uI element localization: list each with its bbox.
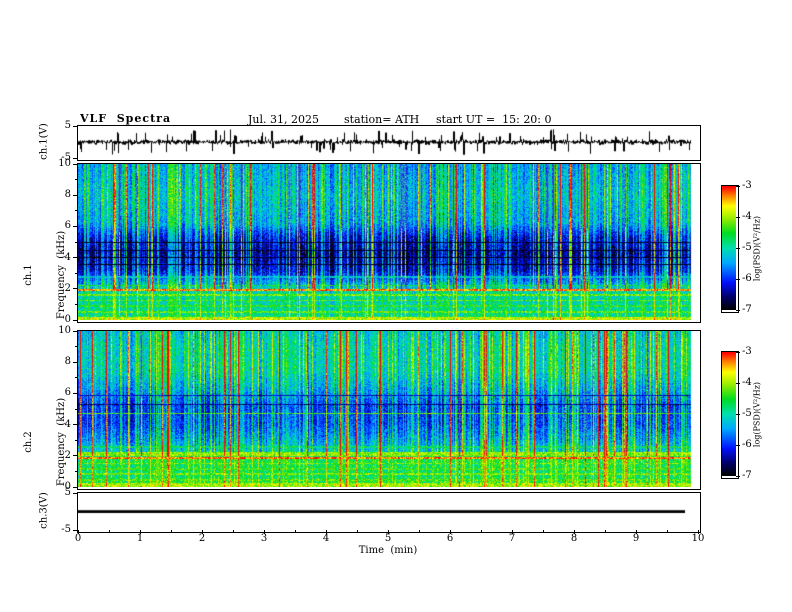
date-label: Jul. 31, 2025 xyxy=(248,113,319,126)
spec1-y-minor-tick xyxy=(75,241,78,243)
x-tick-label: 2 xyxy=(198,533,206,544)
x-minor-tick xyxy=(108,530,110,532)
spec2-y-minor-tick xyxy=(75,346,78,348)
x-tick-label: 9 xyxy=(632,533,640,544)
spec2-y-tick xyxy=(73,486,78,488)
x-tick-label: 6 xyxy=(446,533,454,544)
spec1-y-tick-label: 10 xyxy=(58,158,71,169)
spec2-y-tick-label: 2 xyxy=(64,449,71,461)
colorbar-1-tick xyxy=(736,185,740,187)
x-minor-tick xyxy=(480,530,482,532)
ch3-voltage-axis-label: ch.3(V) xyxy=(38,492,50,529)
colorbar-1-tick-label: -7 xyxy=(742,304,752,315)
x-tick-label: 3 xyxy=(260,533,268,544)
wave1-y-tick xyxy=(73,157,78,159)
spec1-y-minor-tick xyxy=(75,179,78,181)
wave1-y-tick-label: 5 xyxy=(64,120,71,131)
colorbar-1-tick xyxy=(736,309,740,311)
ch2-colorbar-canvas xyxy=(722,352,736,476)
spec1-y-tick xyxy=(73,194,78,196)
ch2-frequency-axis-label-line1: ch.2 xyxy=(23,431,34,453)
wave1-y-tick xyxy=(73,125,78,127)
spec1-y-tick xyxy=(73,257,78,259)
colorbar-1-tick-label: -3 xyxy=(742,180,752,191)
x-minor-tick xyxy=(418,530,420,532)
spec1-y-tick-label: 8 xyxy=(64,189,71,201)
colorbar-2-tick xyxy=(736,351,740,353)
x-tick-label: 7 xyxy=(508,533,516,544)
spec1-y-tick-label: 2 xyxy=(64,282,71,294)
x-minor-tick xyxy=(666,530,668,532)
colorbar-2-tick xyxy=(736,413,740,415)
x-tick-label: 1 xyxy=(136,533,144,544)
spec2-y-tick-label: 4 xyxy=(64,418,71,430)
spec1-y-tick xyxy=(73,163,78,165)
ch1-waveform-canvas xyxy=(78,126,698,158)
colorbar-2-tick-label: -4 xyxy=(742,377,752,388)
spec2-y-minor-tick xyxy=(75,470,78,472)
spec1-y-tick-label: 6 xyxy=(64,220,71,232)
colorbar-1-tick-label: -5 xyxy=(742,242,752,253)
spec2-y-tick xyxy=(73,361,78,363)
colorbar-2-tick-label: -7 xyxy=(742,470,752,481)
x-minor-tick xyxy=(356,530,358,532)
spec2-y-minor-tick xyxy=(75,408,78,410)
spec1-y-tick-label: 4 xyxy=(64,251,71,263)
ch1-colorbar-canvas xyxy=(722,186,736,310)
start-ut-label: start UT = 15: 20: 0 xyxy=(436,113,552,126)
spec2-y-tick xyxy=(73,330,78,332)
spec2-y-tick-label: 0 xyxy=(64,481,71,492)
spec2-y-tick xyxy=(73,455,78,457)
spec1-y-minor-tick xyxy=(75,210,78,212)
x-minor-tick xyxy=(604,530,606,532)
wave3-y-tick xyxy=(73,492,78,494)
colorbar-1-tick xyxy=(736,247,740,249)
x-minor-tick xyxy=(232,530,234,532)
colorbar-2-tick-label: -3 xyxy=(742,346,752,357)
spec2-y-tick-label: 10 xyxy=(58,325,71,336)
x-minor-tick xyxy=(170,530,172,532)
colorbar-2-tick xyxy=(736,475,740,477)
x-tick-label: 8 xyxy=(570,533,578,544)
spec2-y-tick xyxy=(73,392,78,394)
x-minor-tick xyxy=(294,530,296,532)
vlf-spectra-figure: VLF Spectra Jul. 31, 2025 station= ATH s… xyxy=(0,0,792,612)
spec1-y-tick xyxy=(73,319,78,321)
spec2-y-tick-label: 8 xyxy=(64,356,71,368)
spec1-y-tick xyxy=(73,225,78,227)
colorbar-2-tick xyxy=(736,444,740,446)
colorbar-1-tick xyxy=(736,216,740,218)
ch2-spectrogram-canvas xyxy=(78,331,698,487)
spec2-y-minor-tick xyxy=(75,439,78,441)
spec2-y-tick-label: 6 xyxy=(64,387,71,399)
ch3-waveform-canvas xyxy=(78,493,698,530)
colorbar-2-tick xyxy=(736,382,740,384)
colorbar-2-tick-label: -6 xyxy=(742,439,752,450)
x-tick-label: 0 xyxy=(74,533,82,544)
figure-title: VLF Spectra xyxy=(80,112,172,125)
x-tick-label: 4 xyxy=(322,533,330,544)
spec1-y-tick-label: 0 xyxy=(64,314,71,325)
colorbar-2-tick-label: -5 xyxy=(742,408,752,419)
x-minor-tick xyxy=(542,530,544,532)
spec2-y-minor-tick xyxy=(75,377,78,379)
ch1-frequency-axis-label-line1: ch.1 xyxy=(23,264,34,286)
colorbar-1-tick-label: -4 xyxy=(742,211,752,222)
ch1-voltage-axis-label: ch.1(V) xyxy=(38,123,50,160)
colorbar-1-tick xyxy=(736,278,740,280)
colorbar-1-tick-label: -6 xyxy=(742,273,752,284)
spec1-y-minor-tick xyxy=(75,272,78,274)
time-axis-label: Time (min) xyxy=(358,545,418,556)
spec1-y-minor-tick xyxy=(75,303,78,305)
x-tick-label: 5 xyxy=(384,533,392,544)
station-label: station= ATH xyxy=(344,113,420,126)
spec1-y-tick xyxy=(73,288,78,290)
x-tick-label: 10 xyxy=(691,533,705,544)
spec2-y-tick xyxy=(73,424,78,426)
ch1-spectrogram-canvas xyxy=(78,164,698,320)
